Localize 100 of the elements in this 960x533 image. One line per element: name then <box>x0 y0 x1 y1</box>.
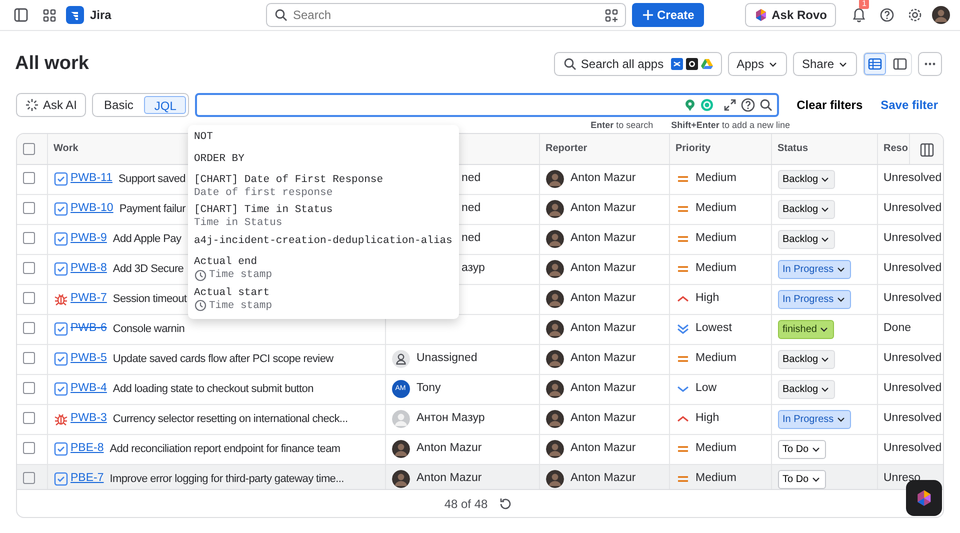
task-icon <box>54 202 68 216</box>
suggestion-item[interactable]: [CHART] Time in Status Time in Status <box>194 202 453 233</box>
person-name: Anton Mazur <box>570 471 636 486</box>
status-dropdown[interactable]: finished <box>778 320 834 338</box>
resolution-text: Unresolved <box>884 442 942 454</box>
column-header[interactable]: Status <box>778 143 808 154</box>
row-checkbox[interactable] <box>23 322 35 334</box>
issue-key-link[interactable]: PWB-6 <box>70 320 107 338</box>
status-dropdown[interactable]: Backlog <box>778 350 836 368</box>
status-dropdown[interactable]: In Progress <box>778 290 851 308</box>
mode-tab[interactable]: Basic <box>95 96 142 114</box>
more-button[interactable] <box>918 52 942 76</box>
issue-key-link[interactable]: PWB-7 <box>70 290 107 308</box>
row-checkbox[interactable] <box>23 292 35 304</box>
priority-label: Medium <box>696 441 736 456</box>
suggestion-item[interactable]: ORDER BY <box>194 150 453 172</box>
row-checkbox[interactable] <box>23 172 35 184</box>
status-dropdown[interactable]: Backlog <box>778 170 836 188</box>
search-all-apps-button[interactable]: Search all apps <box>554 52 722 76</box>
expand-icon <box>722 98 737 112</box>
status-dropdown[interactable]: Backlog <box>778 380 836 398</box>
list-view-button[interactable] <box>864 53 886 75</box>
suggestion-label: a4j-incident-creation-deduplication-alias <box>194 234 453 248</box>
app-name[interactable]: Jira <box>90 6 112 24</box>
unassigned-avatar <box>392 350 410 368</box>
grid-plus-icon[interactable] <box>605 9 618 22</box>
status-dropdown[interactable]: In Progress <box>778 410 851 428</box>
person-name: Anton Mazur <box>570 261 636 276</box>
issue-summary: Payment failur <box>119 202 186 217</box>
suggestion-item[interactable]: Actual end Time stamp <box>194 254 453 285</box>
priority-label: Medium <box>696 231 736 246</box>
row-checkbox[interactable] <box>23 442 35 454</box>
priority-label: Medium <box>696 351 736 366</box>
clear-filters-link[interactable]: Clear filters <box>790 96 869 114</box>
refresh-icon <box>498 496 512 510</box>
row-checkbox[interactable] <box>23 352 35 364</box>
task-icon <box>54 172 68 186</box>
mode-tab[interactable]: JQL <box>144 96 186 114</box>
rovo-chat-button[interactable] <box>906 480 942 516</box>
ask-ai-button[interactable]: Ask AI <box>16 93 86 117</box>
issue-key-link[interactable]: PBE-7 <box>70 470 104 488</box>
avatar <box>392 440 410 458</box>
apps-button[interactable]: Apps <box>728 52 787 76</box>
issue-key-link[interactable]: PWB-5 <box>70 350 107 368</box>
suggestion-item[interactable]: [CHART] Date of First Response Date of first response <box>194 172 453 202</box>
issue-key-link[interactable]: PWB-4 <box>70 380 107 398</box>
person-name: Anton Mazur <box>570 381 636 396</box>
issue-key-link[interactable]: PBE-8 <box>70 440 104 458</box>
status-dropdown[interactable]: To Do <box>778 470 826 488</box>
resolution-text: Unresolved <box>884 202 942 214</box>
issue-key-link[interactable]: PWB-11 <box>70 170 112 188</box>
page-title: All work <box>15 52 89 76</box>
status-dropdown[interactable]: To Do <box>778 440 826 458</box>
ask-rovo-button[interactable]: Ask Rovo <box>744 3 836 27</box>
suggestion-label: [CHART] Date of First Response <box>194 174 384 187</box>
issue-summary: Add Apple Pay <box>112 232 182 247</box>
resolution-text: Unresolved <box>884 172 942 184</box>
suggestion-item[interactable]: a4j-incident-creation-deduplication-alias <box>194 232 453 254</box>
suggestion-label: [CHART] Time in Status <box>194 204 334 217</box>
row-checkbox[interactable] <box>23 262 35 274</box>
bell-icon <box>851 7 867 23</box>
avatar <box>546 290 564 308</box>
notification-badge: 1 <box>859 0 870 9</box>
issue-key-link[interactable]: PWB-10 <box>70 200 114 218</box>
jql-query-field[interactable] <box>195 93 779 117</box>
row-checkbox[interactable] <box>23 232 35 244</box>
column-picker-button[interactable] <box>909 134 943 164</box>
row-checkbox[interactable] <box>23 412 35 424</box>
issue-key-link[interactable]: PWB-3 <box>70 410 107 428</box>
status-dropdown[interactable]: Backlog <box>778 230 836 248</box>
column-header[interactable]: Reporter <box>546 143 588 154</box>
task-icon <box>54 472 68 486</box>
issue-key-link[interactable]: PWB-9 <box>70 230 107 248</box>
select-all-checkbox[interactable] <box>23 142 35 155</box>
rovo-icon <box>915 489 933 507</box>
row-checkbox[interactable] <box>23 382 35 394</box>
task-icon <box>54 352 68 366</box>
row-checkbox[interactable] <box>23 472 35 484</box>
column-header[interactable]: Reso <box>884 143 908 154</box>
suggestion-item[interactable]: Actual start Time stamp <box>194 284 453 316</box>
status-dropdown[interactable]: In Progress <box>778 260 851 278</box>
resolution-text: Unreso <box>884 472 921 484</box>
column-header[interactable]: Priority <box>676 143 711 154</box>
rovo-icon <box>754 8 768 22</box>
columns-icon <box>920 142 934 157</box>
search-field[interactable]: Search <box>266 3 626 27</box>
issue-key-link[interactable]: PWB-8 <box>70 260 107 278</box>
row-checkbox[interactable] <box>23 202 35 214</box>
save-filter-link[interactable]: Save filter <box>874 96 944 114</box>
column-header[interactable]: Work <box>54 143 78 154</box>
profile-avatar[interactable] <box>932 6 950 24</box>
create-button[interactable]: Create <box>632 3 704 27</box>
task-icon <box>54 382 68 396</box>
resolution-text: Unresolved <box>884 412 942 424</box>
share-button[interactable]: Share <box>792 52 857 76</box>
logo-icon[interactable] <box>66 6 84 24</box>
avatar <box>546 230 564 248</box>
suggestion-item[interactable]: NOT <box>194 129 453 151</box>
task-icon <box>54 232 68 246</box>
status-dropdown[interactable]: Backlog <box>778 200 836 218</box>
